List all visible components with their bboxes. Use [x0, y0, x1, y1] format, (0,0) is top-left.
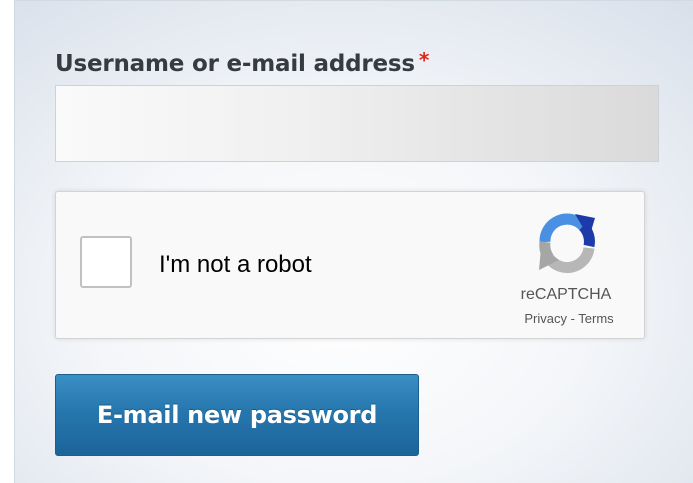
links-separator: - — [566, 311, 579, 326]
recaptcha-brand-text: reCAPTCHA — [520, 286, 612, 303]
privacy-link[interactable]: Privacy — [524, 311, 567, 326]
recaptcha-checkbox-label: I'm not a robot — [159, 251, 312, 278]
page: Username or e-mail address * I'm not a ro… — [0, 0, 693, 483]
terms-link[interactable]: Terms — [578, 311, 613, 326]
username-input[interactable] — [55, 85, 659, 162]
username-label: Username or e-mail address * — [55, 48, 430, 77]
username-label-text: Username or e-mail address — [55, 51, 415, 77]
recaptcha-links: Privacy - Terms — [496, 311, 642, 326]
required-marker: * — [418, 48, 430, 72]
email-new-password-button[interactable]: E-mail new password — [55, 374, 419, 456]
recaptcha-logo-icon — [539, 213, 595, 273]
recaptcha-widget: I'm not a robot reCAPTCHA Privacy - Term… — [55, 191, 645, 339]
recaptcha-checkbox[interactable] — [80, 236, 132, 288]
